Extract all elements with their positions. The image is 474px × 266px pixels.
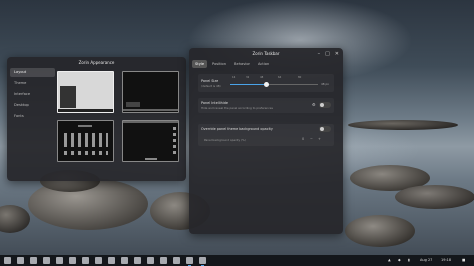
- text-editor-icon[interactable]: [108, 257, 115, 264]
- window-title: Zorin Appearance: [78, 60, 115, 65]
- clock-time[interactable]: 19:18: [441, 257, 451, 264]
- panel-intellihide-label: Panel Intellihide: [201, 101, 228, 105]
- window-title: Zorin Taskbar: [252, 51, 280, 56]
- zorin-menu-icon[interactable]: [4, 257, 11, 264]
- files-icon[interactable]: [43, 257, 50, 264]
- panel-size-value: 48 px: [321, 82, 329, 86]
- mail-icon[interactable]: [147, 257, 154, 264]
- settings-tabs: Style Position Behavior Action: [189, 59, 343, 69]
- tab-position[interactable]: Position: [209, 60, 229, 68]
- calendar-icon[interactable]: [82, 257, 89, 264]
- volume-icon[interactable]: ◆: [398, 257, 401, 264]
- software-icon[interactable]: [56, 257, 63, 264]
- wallpaper-rock: [0, 205, 30, 233]
- panel-intellihide-description: Hide and reveal the panel according to p…: [201, 106, 273, 110]
- slider-tick: 48: [260, 76, 264, 79]
- panel-size-default-label: (default is 48): [201, 84, 221, 88]
- slider-tick: 16: [232, 76, 236, 79]
- sidebar-item-layout[interactable]: Layout: [10, 68, 55, 77]
- sidebar-item-interface[interactable]: Interface: [10, 90, 55, 99]
- appearance-window: Zorin Appearance Layout Theme Interface …: [7, 57, 186, 181]
- panel-opacity-label: Panel background opacity (%): [204, 138, 246, 142]
- panel-size-section: Panel Size (default is 48) 16 32 48 64 8…: [198, 74, 334, 92]
- tab-action[interactable]: Action: [255, 60, 272, 68]
- window-controls: – □ ✕: [318, 48, 339, 59]
- plus-icon[interactable]: +: [318, 137, 321, 141]
- minimize-icon[interactable]: –: [318, 51, 321, 57]
- slider-tick: 80: [298, 76, 302, 79]
- tab-behavior[interactable]: Behavior: [231, 60, 253, 68]
- bottom-panel: ▲ ◆ ▮ Aug 27 19:18 ■: [0, 255, 474, 266]
- close-icon[interactable]: ✕: [335, 51, 339, 57]
- settings-gear-icon[interactable]: ⚙: [312, 102, 316, 107]
- panel-intellihide-section: Panel Intellihide Hide and reveal the pa…: [198, 98, 334, 113]
- appearance-titlebar[interactable]: Zorin Appearance: [7, 57, 186, 68]
- workspace-icon[interactable]: [17, 257, 24, 264]
- photos-icon[interactable]: [134, 257, 141, 264]
- opacity-value[interactable]: 0: [302, 137, 304, 141]
- tab-style[interactable]: Style: [192, 60, 208, 68]
- sidebar-item-desktop[interactable]: Desktop: [10, 101, 55, 110]
- panel-size-slider-knob[interactable]: [264, 82, 270, 87]
- layout-option-windows-modern[interactable]: [122, 71, 179, 113]
- override-opacity-label: Override panel theme background opacity: [201, 127, 273, 131]
- taskbar-titlebar[interactable]: Zorin Taskbar – □ ✕: [189, 48, 343, 59]
- maximize-icon[interactable]: □: [325, 51, 330, 57]
- zorin-taskbar-icon[interactable]: [199, 257, 206, 266]
- layout-option-touch[interactable]: [57, 120, 114, 162]
- system-monitor-icon[interactable]: [173, 257, 180, 264]
- layout-option-gnome[interactable]: [122, 120, 179, 162]
- calculator-icon[interactable]: [160, 257, 167, 264]
- panel-size-label: Panel Size: [201, 79, 219, 83]
- override-opacity-toggle[interactable]: [319, 126, 331, 132]
- browser-icon[interactable]: [30, 257, 37, 264]
- terminal-icon[interactable]: [95, 257, 102, 264]
- notification-icon[interactable]: ■: [462, 257, 465, 264]
- appearance-sidebar: Layout Theme Interface Desktop Fonts: [10, 68, 55, 123]
- panel-size-slider-fill: [230, 84, 267, 85]
- sidebar-item-theme[interactable]: Theme: [10, 79, 55, 88]
- wallpaper-rock: [395, 185, 474, 209]
- minus-icon[interactable]: −: [310, 137, 313, 141]
- wallpaper-rock: [345, 215, 415, 247]
- slider-tick: 32: [246, 76, 250, 79]
- override-opacity-section: Override panel theme background opacity …: [198, 124, 334, 146]
- network-icon[interactable]: ▲: [388, 257, 391, 264]
- clock-date[interactable]: Aug 27: [420, 257, 432, 264]
- panel-intellihide-toggle[interactable]: [319, 102, 331, 108]
- zorin-appearance-icon[interactable]: [186, 257, 193, 266]
- wallpaper-rock: [348, 120, 458, 130]
- sidebar-item-fonts[interactable]: Fonts: [10, 112, 55, 121]
- battery-icon[interactable]: ▮: [408, 257, 410, 264]
- slider-tick: 64: [278, 76, 282, 79]
- settings-icon[interactable]: [69, 257, 76, 264]
- layout-option-windows-classic[interactable]: [57, 71, 114, 113]
- music-icon[interactable]: [121, 257, 128, 264]
- taskbar-settings-window: Zorin Taskbar – □ ✕ Style Position Behav…: [189, 48, 343, 234]
